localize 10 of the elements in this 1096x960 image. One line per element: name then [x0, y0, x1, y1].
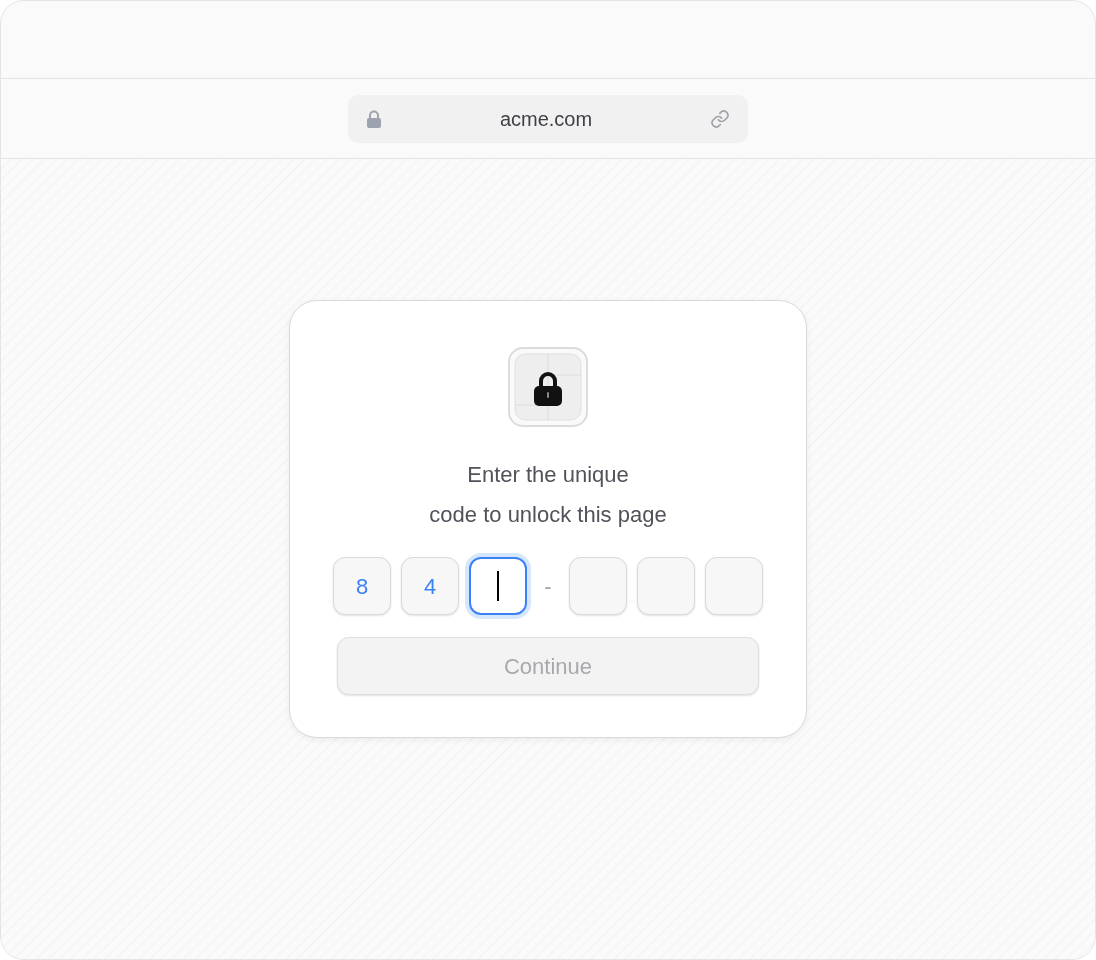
- address-bar[interactable]: acme.com: [348, 94, 748, 143]
- code-separator: -: [543, 572, 553, 601]
- code-digit-field[interactable]: 4: [401, 557, 459, 615]
- lock-icon: [366, 109, 382, 128]
- padlock-app-icon: [508, 347, 588, 427]
- code-digit-field[interactable]: 8: [333, 557, 391, 615]
- link-icon[interactable]: [710, 108, 730, 129]
- url-text: acme.com: [499, 106, 593, 132]
- text-cursor: [497, 571, 499, 601]
- unlock-prompt: Enter the unique code to unlock this page: [429, 461, 667, 529]
